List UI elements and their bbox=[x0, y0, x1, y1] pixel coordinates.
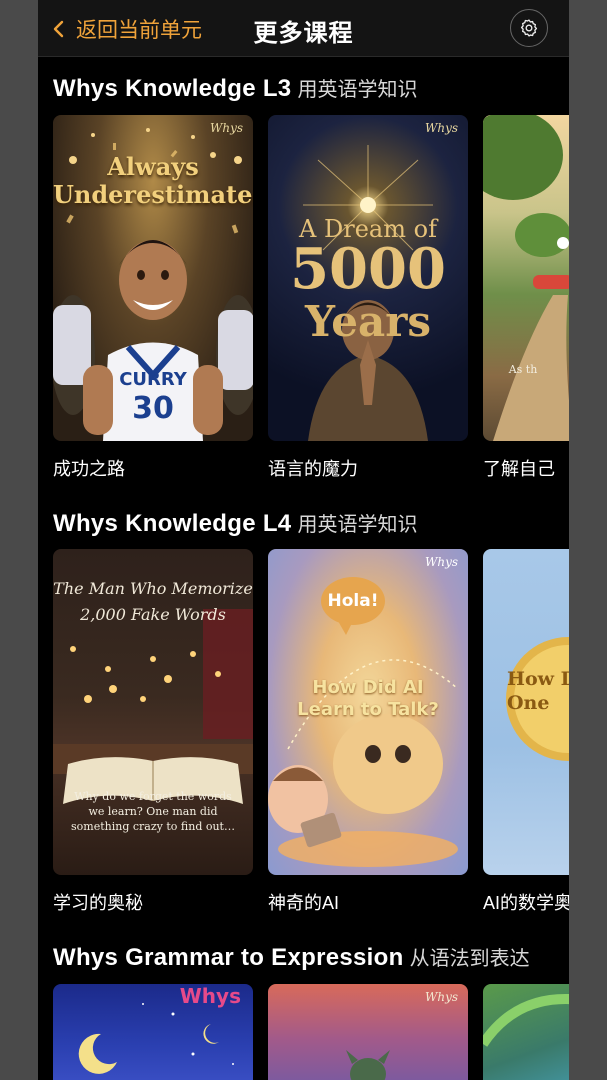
brand-mark: Whys bbox=[425, 121, 458, 135]
course-card[interactable] bbox=[483, 984, 569, 1080]
card-label[interactable]: 语言的魔力 bbox=[268, 455, 358, 481]
section-title-grammar: Whys Grammar to Expression 从语法到表达 bbox=[53, 942, 530, 972]
course-thumbnail[interactable]: How Do One bbox=[483, 549, 569, 875]
course-thumbnail[interactable]: A Dream of 5000 Years Whys bbox=[268, 115, 468, 441]
brand-mark: Whys bbox=[425, 990, 458, 1004]
card-label[interactable]: 神奇的AI bbox=[268, 889, 339, 915]
jersey-name: CURRY bbox=[119, 369, 187, 390]
course-row-l4: The Man Who Memorize 2,000 Fake Words Wh… bbox=[53, 549, 569, 919]
settings-button[interactable] bbox=[510, 9, 548, 47]
course-card[interactable]: As th 了解自己 bbox=[483, 115, 569, 479]
card-label[interactable]: 学习的奥秘 bbox=[53, 889, 143, 915]
course-thumbnail[interactable]: Whys bbox=[268, 984, 468, 1080]
course-card[interactable]: Whys bbox=[53, 984, 253, 1080]
jersey-number: 30 bbox=[132, 391, 174, 426]
section-title-en: Whys Knowledge L3 bbox=[53, 75, 292, 102]
section-title-en: Whys Knowledge L4 bbox=[53, 510, 292, 537]
page-title: 更多课程 bbox=[253, 20, 354, 47]
art-caption: Why do we forget the words we learn? One… bbox=[71, 790, 235, 833]
course-card[interactable]: The Man Who Memorize 2,000 Fake Words Wh… bbox=[53, 549, 253, 913]
course-card[interactable]: How Do One AI的数学奥 bbox=[483, 549, 569, 913]
course-thumbnail[interactable]: Always Underestimated CURRY 30 Whys bbox=[53, 115, 253, 441]
section-title-zh: 用英语学知识 bbox=[297, 79, 418, 101]
art-caption: As th bbox=[508, 363, 538, 376]
course-card[interactable]: Always Underestimated CURRY 30 Whys 成功之路 bbox=[53, 115, 253, 479]
course-row-l3: Always Underestimated CURRY 30 Whys 成功之路 bbox=[53, 115, 569, 485]
course-thumbnail[interactable]: Whys bbox=[53, 984, 253, 1080]
gear-icon bbox=[520, 19, 538, 37]
art-line-3: Years bbox=[304, 297, 432, 346]
course-thumbnail[interactable] bbox=[483, 984, 569, 1080]
art-line-2: 5000 bbox=[290, 236, 446, 302]
brand-mark: Whys bbox=[425, 555, 458, 569]
section-title-l3: Whys Knowledge L3 用英语学知识 bbox=[53, 73, 417, 103]
section-title-zh: 从语法到表达 bbox=[409, 948, 530, 970]
art-title: How Did AI Learn to Talk? bbox=[297, 677, 439, 720]
brand-mark: Whys bbox=[179, 984, 241, 1008]
course-thumbnail[interactable]: Hola! How Did AI Learn to Talk? Whys bbox=[268, 549, 468, 875]
course-thumbnail[interactable]: As th bbox=[483, 115, 569, 441]
art-title: Always Underestimated bbox=[53, 152, 253, 209]
course-card[interactable]: Whys bbox=[268, 984, 468, 1080]
card-label[interactable]: 成功之路 bbox=[53, 455, 125, 481]
app-screen: 返回当前单元 更多课程 Whys Knowledge L3 用英语学知识 Alw… bbox=[38, 0, 569, 1080]
section-title-en: Whys Grammar to Expression bbox=[53, 944, 404, 971]
course-card[interactable]: Hola! How Did AI Learn to Talk? Whys 神奇的… bbox=[268, 549, 468, 913]
art-title-line-2: 2,000 Fake Words bbox=[80, 605, 226, 624]
top-bar: 返回当前单元 更多课程 bbox=[38, 0, 569, 57]
section-title-l4: Whys Knowledge L4 用英语学知识 bbox=[53, 508, 417, 538]
section-title-zh: 用英语学知识 bbox=[297, 514, 418, 536]
path-artwork bbox=[483, 115, 569, 441]
card-label[interactable]: AI的数学奥 bbox=[483, 889, 569, 915]
art-title-line-1: The Man Who Memorize bbox=[53, 579, 253, 598]
course-row-grammar: Whys Whys bbox=[53, 984, 569, 1080]
art-title: How Do One bbox=[507, 668, 569, 714]
course-thumbnail[interactable]: The Man Who Memorize 2,000 Fake Words Wh… bbox=[53, 549, 253, 875]
brand-mark: Whys bbox=[210, 121, 243, 135]
landscape-artwork bbox=[483, 994, 569, 1047]
art-bubble: Hola! bbox=[327, 591, 379, 611]
course-card[interactable]: A Dream of 5000 Years Whys 语言的魔力 bbox=[268, 115, 468, 479]
card-label[interactable]: 了解自己 bbox=[483, 455, 555, 481]
